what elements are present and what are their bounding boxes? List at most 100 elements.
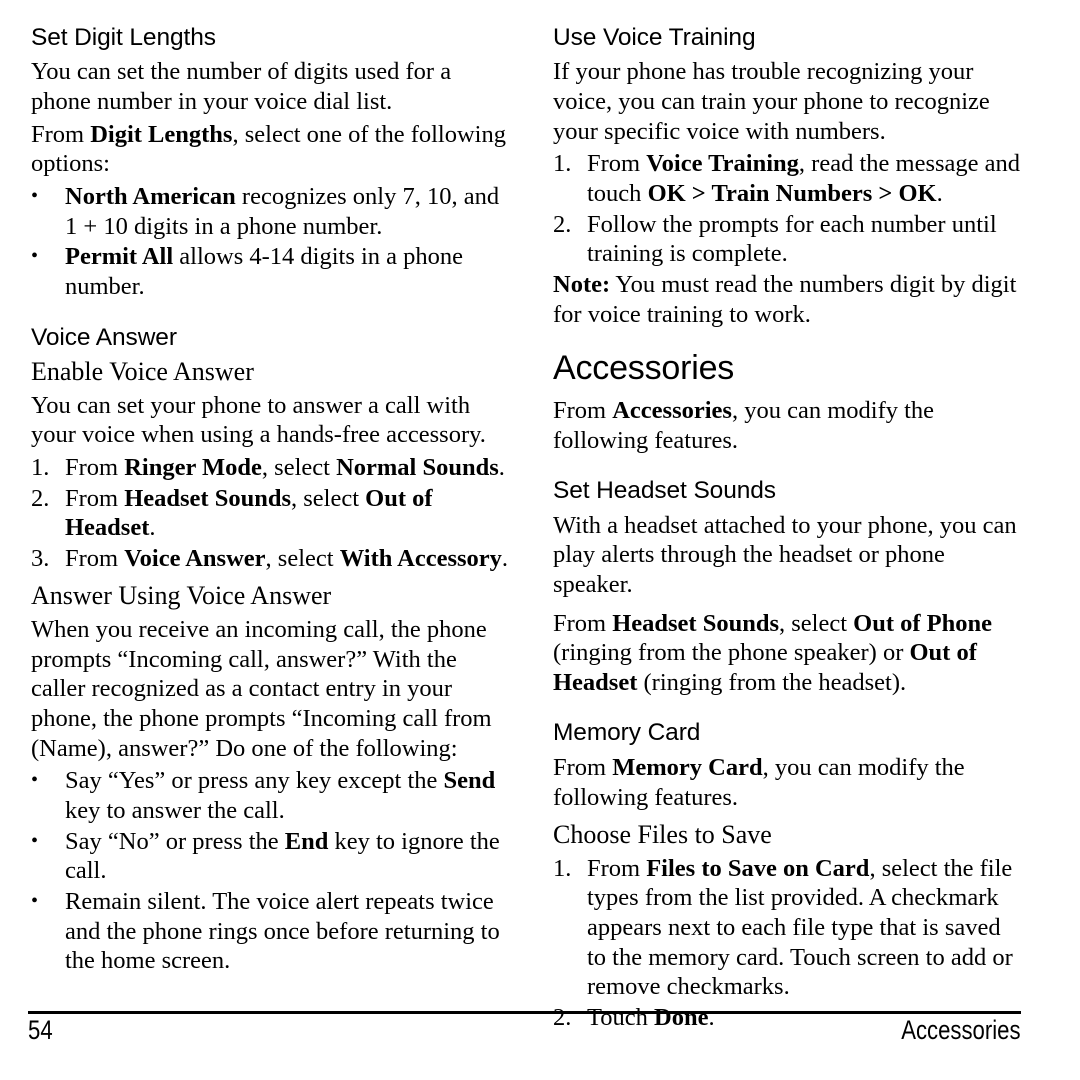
bold-term: Accessories	[612, 396, 732, 424]
bold-term: Digit Lengths	[90, 120, 233, 148]
bold-term: Memory Card	[612, 753, 763, 781]
text-run: Follow the prompts for each number until…	[587, 210, 997, 268]
step-number: 2.	[31, 484, 50, 512]
list-item: • Say “Yes” or press any key except the S…	[31, 766, 511, 825]
two-column-body: Set Digit Lengths You can set the number…	[0, 0, 1080, 1031]
heading-enable-voice-answer: Enable Voice Answer	[31, 357, 254, 386]
step-number: 1.	[31, 453, 50, 481]
text-run: , select	[261, 453, 337, 481]
left-column: Set Digit Lengths You can set the number…	[0, 0, 540, 977]
paragraph-answer-using-voice-answer: When you receive an incoming call, the p…	[31, 616, 492, 762]
paragraph-headset-sounds-select: From Headset Sounds, select Out of Phone…	[553, 609, 1020, 698]
list-item: 1. From Ringer Mode, select Normal Sounds…	[31, 453, 511, 483]
list-item-text: Follow the prompts for each number until…	[587, 211, 997, 268]
text-run: , select	[291, 484, 366, 512]
text-run: (ringing from the phone speaker) or	[553, 639, 910, 667]
heading-voice-answer: Voice Answer	[31, 323, 177, 351]
text-run: (ringing from the headset).	[637, 668, 907, 696]
list-item-text: Remain silent. The voice alert repeats t…	[65, 888, 500, 974]
step-number: 2.	[553, 210, 572, 238]
list-item-text: From Ringer Mode, select Normal Sounds.	[65, 454, 505, 481]
text-run: .	[501, 544, 509, 572]
list-item: • North American recognizes only 7, 10, a…	[31, 182, 511, 241]
list-item-text: Say “Yes” or press any key except the Se…	[65, 767, 495, 824]
list-item-text: From Voice Training, read the message an…	[587, 150, 1020, 207]
bold-term: OK > Train Numbers > OK	[647, 180, 937, 207]
bold-term: Voice Answer	[124, 544, 266, 572]
paragraph-voice-training-intro: If your phone has trouble recognizing yo…	[553, 58, 990, 145]
list-item: 2. Follow the prompts for each number unt…	[553, 210, 1020, 269]
list-item-text: Say “No” or press the End key to ignore …	[65, 828, 500, 885]
step-number: 3.	[31, 544, 50, 572]
text-run: From	[553, 753, 613, 781]
list-item-text: From Headset Sounds, select Out of Heads…	[65, 485, 433, 542]
text-run: From	[587, 854, 647, 882]
manual-page: Set Digit Lengths You can set the number…	[0, 0, 1080, 1080]
bold-term: Normal Sounds	[336, 453, 499, 481]
paragraph-memory-card-intro: From Memory Card, you can modify the fol…	[553, 753, 1020, 812]
paragraph-digit-lengths-intro: You can set the number of digits used fo…	[31, 58, 452, 116]
list-item: • Remain silent. The voice alert repeats …	[31, 887, 511, 976]
heading-use-voice-training: Use Voice Training	[553, 24, 756, 51]
text-run: , select	[265, 544, 340, 572]
list-enable-voice-answer-steps: 1. From Ringer Mode, select Normal Sounds…	[31, 453, 511, 574]
page-footer: 54 Accessories	[28, 1011, 1021, 1057]
paragraph-accessories-intro: From Accessories, you can modify the fol…	[553, 396, 1020, 455]
text-run: , select	[779, 609, 854, 637]
bold-term: End	[284, 827, 329, 855]
heading-choose-files-to-save: Choose Files to Save	[553, 820, 772, 850]
text-run: .	[498, 453, 505, 481]
heading-set-headset-sounds: Set Headset Sounds	[553, 477, 776, 505]
paragraph-digit-lengths-select: From Digit Lengths, select one of the fo…	[31, 120, 511, 179]
text-run: From	[31, 120, 91, 148]
text-run: key to answer the call.	[65, 796, 285, 824]
text-run: From	[587, 150, 647, 178]
bold-term: With Accessory	[339, 544, 502, 572]
page-number: 54	[28, 1015, 53, 1045]
bold-term: Headset Sounds	[124, 484, 292, 512]
text-run: From	[553, 396, 613, 424]
list-digit-length-options: • North American recognizes only 7, 10, a…	[31, 182, 511, 302]
text-run: From	[65, 484, 125, 512]
bold-term: Out of Phone	[853, 609, 993, 637]
bold-term: Permit All	[65, 243, 174, 271]
bold-term: Note:	[553, 270, 611, 298]
list-item: 3. From Voice Answer, select With Accesso…	[31, 544, 511, 574]
text-run: From	[65, 544, 125, 572]
list-item: • Permit All allows 4-14 digits in a phon…	[31, 242, 511, 301]
bold-term: North American	[65, 183, 236, 210]
paragraph-headset-sounds-intro: With a headset attached to your phone, y…	[553, 511, 1017, 598]
note-voice-training: Note: You must read the numbers digit by…	[553, 270, 1020, 329]
chapter-title-accessories: Accessories	[553, 349, 735, 388]
heading-memory-card: Memory Card	[553, 719, 701, 747]
list-item: • Say “No” or press the End key to ignore…	[31, 827, 511, 886]
heading-set-digit-lengths: Set Digit Lengths	[31, 24, 216, 51]
list-item: 1. From Voice Training, read the message …	[553, 149, 1020, 208]
step-number: 1.	[553, 150, 572, 178]
list-item-text: Permit All allows 4-14 digits in a phone…	[65, 243, 463, 300]
bold-term: Send	[443, 767, 496, 795]
list-item: 2. From Headset Sounds, select Out of Hea…	[31, 484, 511, 543]
bullet-marker: •	[31, 889, 39, 912]
bullet-marker: •	[31, 829, 39, 852]
list-item: 1. From Files to Save on Card, select the…	[553, 854, 1020, 1002]
text-run: Remain silent. The voice alert repeats t…	[65, 887, 500, 975]
list-answer-options: • Say “Yes” or press any key except the S…	[31, 766, 511, 975]
text-run: .	[936, 180, 943, 207]
right-column: Use Voice Training If your phone has tro…	[540, 0, 1080, 1034]
text-run: From	[553, 609, 613, 637]
bold-term: Files to Save on Card	[646, 854, 870, 882]
list-item-text: North American recognizes only 7, 10, an…	[65, 183, 499, 240]
text-run: Say “Yes” or press any key except the	[65, 767, 444, 795]
list-item-text: From Voice Answer, select With Accessory…	[65, 545, 508, 572]
bold-term: Voice Training	[646, 150, 799, 178]
step-number: 1.	[553, 854, 572, 882]
list-choose-files-steps: 1. From Files to Save on Card, select the…	[553, 854, 1020, 1033]
text-run: You must read the numbers digit by digit…	[553, 270, 1017, 328]
bold-term: Ringer Mode	[124, 453, 262, 481]
bold-term: Headset Sounds	[612, 609, 780, 637]
text-run: Say “No” or press the	[65, 827, 285, 855]
text-run: .	[149, 514, 156, 542]
bullet-marker: •	[31, 769, 39, 792]
paragraph-enable-voice-answer: You can set your phone to answer a call …	[31, 391, 486, 449]
